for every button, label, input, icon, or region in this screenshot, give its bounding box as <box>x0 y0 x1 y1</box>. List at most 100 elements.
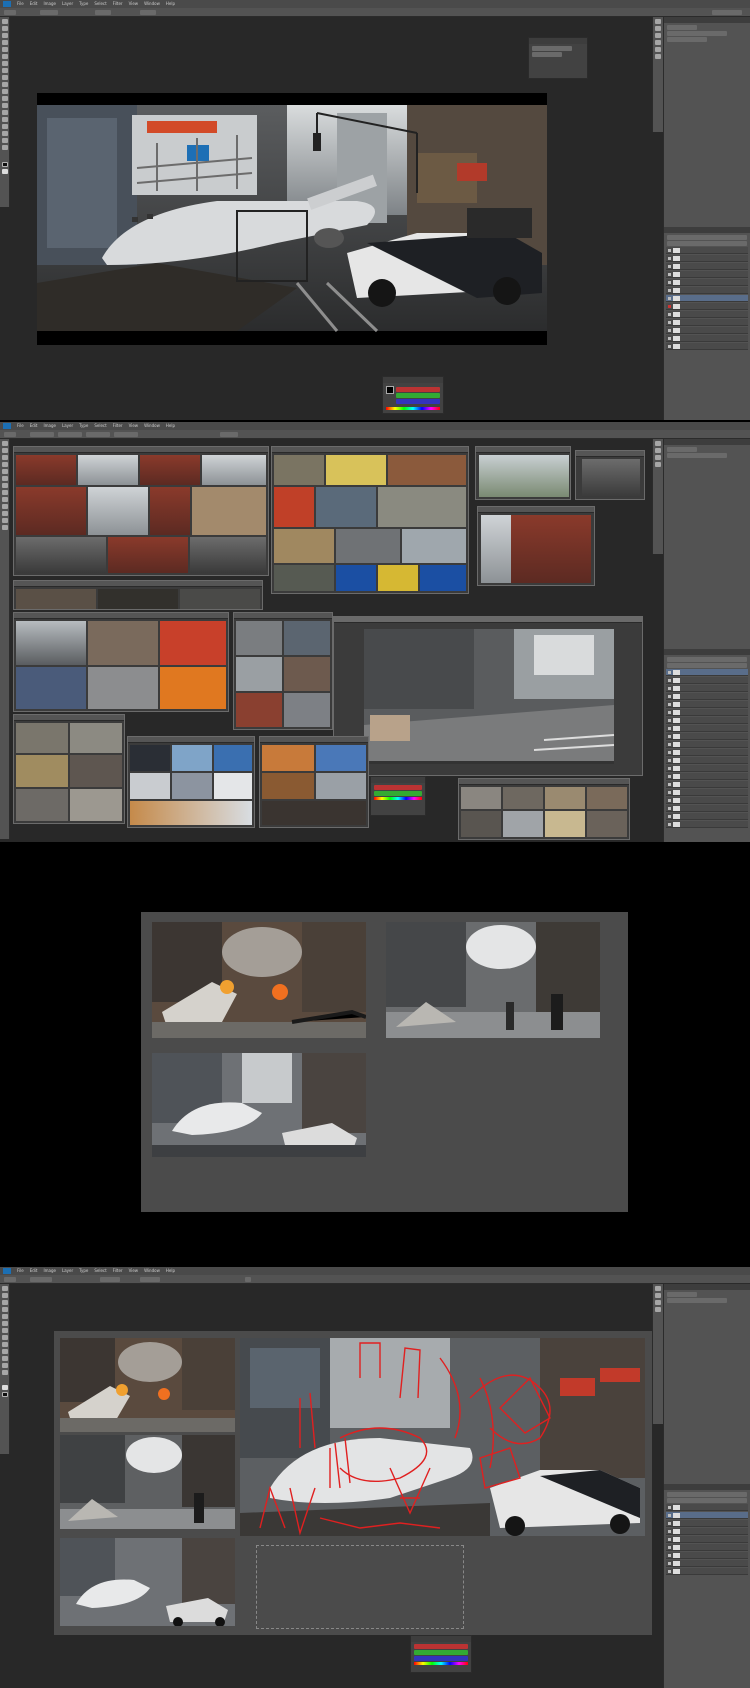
tool-preset-picker[interactable] <box>4 1277 16 1282</box>
reference-window-houses[interactable] <box>475 446 571 500</box>
menu-view[interactable]: View <box>129 1268 139 1274</box>
eye-icon[interactable] <box>668 1513 671 1517</box>
paragraph-panel-icon[interactable] <box>655 47 661 52</box>
eye-icon[interactable] <box>668 758 671 762</box>
eye-icon[interactable] <box>668 806 671 810</box>
stamp-tool-icon[interactable] <box>1 483 8 488</box>
menu-select[interactable]: Select <box>94 1 106 7</box>
stamp-tool-icon[interactable] <box>1 1328 8 1333</box>
eye-icon[interactable] <box>668 248 671 252</box>
background-color-swatch[interactable] <box>1 1392 8 1397</box>
menu-image[interactable]: Image <box>43 1268 56 1274</box>
shape-tool-icon[interactable] <box>1 131 8 136</box>
eye-icon[interactable] <box>668 670 671 674</box>
marquee-tool-icon[interactable] <box>1 1293 8 1298</box>
font-field[interactable] <box>100 1277 120 1282</box>
navigator-panel-icon[interactable] <box>655 462 661 467</box>
eye-icon[interactable] <box>668 814 671 818</box>
menu-layer[interactable]: Layer <box>62 1 73 7</box>
layer-row[interactable] <box>666 1536 748 1543</box>
layer-row[interactable] <box>666 343 748 350</box>
eye-icon[interactable] <box>668 272 671 276</box>
brush-tool-icon[interactable] <box>1 1321 8 1326</box>
history-brush-tool-icon[interactable] <box>1 82 8 87</box>
tool-preset-picker[interactable] <box>4 10 16 15</box>
hand-tool-icon[interactable] <box>1 518 8 523</box>
layer-row[interactable] <box>666 725 748 732</box>
menu-type[interactable]: Type <box>79 423 88 429</box>
type-tool-icon[interactable] <box>1 511 8 516</box>
menu-filter[interactable]: Filter <box>113 1 123 7</box>
crop-tool-icon[interactable] <box>1 1307 8 1312</box>
reference-window-cars[interactable] <box>233 612 333 730</box>
layer-row[interactable] <box>666 1560 748 1567</box>
menu-edit[interactable]: Edit <box>30 1268 38 1274</box>
thumbnail-fire-crash[interactable] <box>60 1338 235 1432</box>
layer-row-selected[interactable] <box>666 1512 748 1519</box>
layer-row[interactable] <box>666 733 748 740</box>
layer-row[interactable] <box>666 717 748 724</box>
eye-icon[interactable] <box>668 726 671 730</box>
navigator-panel-icon[interactable] <box>655 1307 661 1312</box>
eye-icon[interactable] <box>668 734 671 738</box>
layer-row[interactable] <box>666 1544 748 1551</box>
thumbnail-plane-crash[interactable] <box>152 1053 366 1157</box>
flow-field[interactable] <box>140 10 156 15</box>
eyedropper-tool-icon[interactable] <box>1 54 8 59</box>
opacity-field[interactable] <box>95 10 111 15</box>
actions-panel-icon[interactable] <box>655 448 661 453</box>
eyedropper-tool-icon[interactable] <box>1 469 8 474</box>
character-panel-icon[interactable] <box>655 40 661 45</box>
layer-row[interactable] <box>666 327 748 334</box>
navigator-panel-icon[interactable] <box>655 54 661 59</box>
history-panel-icon[interactable] <box>655 19 661 24</box>
zoom-tool-icon[interactable] <box>1 1370 8 1375</box>
layer-row[interactable] <box>666 247 748 254</box>
eraser-tool-icon[interactable] <box>1 1335 8 1340</box>
layer-row[interactable] <box>666 1528 748 1535</box>
layer-row[interactable] <box>666 813 748 820</box>
eye-icon[interactable] <box>668 320 671 324</box>
history-panel-icon[interactable] <box>655 1286 661 1291</box>
width-field[interactable] <box>86 432 110 437</box>
hand-tool-icon[interactable] <box>1 1363 8 1368</box>
color-ramp[interactable] <box>386 407 440 410</box>
eye-icon[interactable] <box>668 678 671 682</box>
layer-row[interactable] <box>666 773 748 780</box>
document-image-crash-scene[interactable] <box>37 93 547 345</box>
layer-row[interactable] <box>666 263 748 270</box>
menu-help[interactable]: Help <box>166 1268 175 1274</box>
move-tool-icon[interactable] <box>1 19 8 24</box>
layer-row[interactable] <box>666 319 748 326</box>
menu-view[interactable]: View <box>129 423 139 429</box>
tool-preset-picker[interactable] <box>4 432 16 437</box>
stamp-tool-icon[interactable] <box>1 75 8 80</box>
layer-row-selected[interactable] <box>666 669 748 676</box>
actions-panel-icon[interactable] <box>655 1293 661 1298</box>
move-tool-icon[interactable] <box>1 1286 8 1291</box>
layer-row[interactable] <box>666 1504 748 1511</box>
reference-window-street-small[interactable] <box>575 450 645 500</box>
gradient-tool-icon[interactable] <box>1 497 8 502</box>
thumbnail-smoke-street[interactable] <box>60 1435 235 1529</box>
reference-window-destruction[interactable] <box>458 778 630 840</box>
thumbnail-fire-crash[interactable] <box>152 922 366 1038</box>
foreground-color-swatch[interactable] <box>1 1385 8 1390</box>
main-composition-with-red-sketch[interactable] <box>240 1338 645 1536</box>
foreground-color-swatch[interactable] <box>1 162 8 167</box>
zoom-tool-icon[interactable] <box>1 525 8 530</box>
layer-row[interactable] <box>666 255 748 262</box>
pen-tool-icon[interactable] <box>1 1349 8 1354</box>
layer-row[interactable] <box>666 805 748 812</box>
eye-icon[interactable] <box>668 702 671 706</box>
brush-panel-icon[interactable] <box>655 33 661 38</box>
lasso-tool-icon[interactable] <box>1 455 8 460</box>
lasso-tool-icon[interactable] <box>1 33 8 38</box>
menu-filter[interactable]: Filter <box>113 1268 123 1274</box>
brush-tool-icon[interactable] <box>1 68 8 73</box>
eraser-tool-icon[interactable] <box>1 490 8 495</box>
eye-icon[interactable] <box>668 1521 671 1525</box>
eye-icon[interactable] <box>668 742 671 746</box>
gradient-tool-icon[interactable] <box>1 96 8 101</box>
layer-row[interactable] <box>666 1568 748 1575</box>
